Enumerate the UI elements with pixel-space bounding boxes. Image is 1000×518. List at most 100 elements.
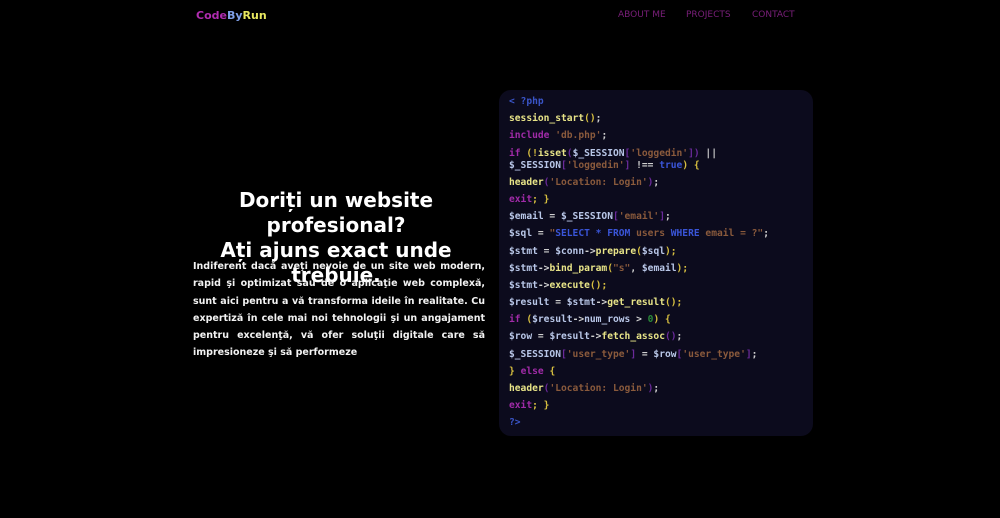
code-token: true	[659, 159, 683, 171]
code-line: $row = $result->fetch_assoc();	[509, 330, 803, 347]
code-token: else	[520, 365, 544, 377]
nav-contact[interactable]: CONTACT	[752, 10, 795, 20]
code-token: ?>	[509, 417, 521, 429]
code-token: =	[532, 228, 550, 240]
nav-about-me[interactable]: ABOUT ME	[618, 10, 666, 20]
code-token: ;	[653, 383, 660, 394]
code-token: header	[509, 383, 544, 394]
code-token: get_result	[607, 297, 665, 309]
code-token: ->	[572, 314, 585, 326]
hero-paragraph: Indiferent dacă aveţi nevoie de un site …	[193, 261, 485, 359]
code-token: exit	[509, 193, 533, 205]
code-token: 'user_type'	[682, 348, 746, 360]
code-token: ->	[584, 245, 596, 257]
code-line: } else {	[509, 365, 803, 382]
code-line: $stmt->bind_param("s", $email);	[509, 262, 803, 279]
code-token: ||	[699, 147, 717, 159]
code-token: ()	[584, 113, 596, 125]
code-token: ])	[688, 147, 700, 159]
code-token: if	[509, 147, 521, 159]
code-token: ;	[676, 331, 683, 343]
logo-by: By	[226, 9, 243, 22]
code-token: ();	[664, 297, 683, 309]
code-token: ->	[589, 331, 602, 343]
code-token: if	[509, 314, 521, 326]
code-token: >	[630, 314, 648, 326]
logo[interactable]: CodeByRun	[196, 9, 267, 22]
logo-run: Run	[242, 9, 267, 22]
code-token: $conn	[555, 245, 585, 257]
code-token: email = ?"	[699, 228, 764, 240]
code-line: $_SESSION['user_type'] = $row['user_type…	[509, 348, 803, 365]
hero-line-1: Doriți un website profesional?	[238, 188, 434, 237]
code-token: ;	[601, 130, 608, 142]
code-token: num_rows	[584, 314, 631, 326]
code-token: 'Location: Login'	[549, 176, 648, 188]
code-block: < ?php session_start(); include 'db.php'; i…	[499, 90, 813, 436]
code-token: 'Location: Login'	[549, 383, 648, 394]
code-line: $email = $_SESSION['email'];	[509, 210, 803, 227]
code-token: $stmt	[509, 262, 538, 274]
code-line: $sql = "SELECT * FROM users WHERE email …	[509, 227, 803, 244]
code-token: }	[509, 365, 521, 377]
code-token: $_SESSION	[509, 348, 561, 360]
code-token: ; }	[532, 400, 550, 412]
code-token: "s"	[613, 262, 631, 274]
code-token: WHERE	[670, 228, 700, 240]
code-token: ()	[664, 331, 677, 343]
code-token: !==	[630, 159, 660, 171]
code-token: $result	[549, 331, 590, 343]
code-token: $_SESSION	[509, 159, 561, 171]
code-token: $_SESSION	[560, 211, 613, 223]
code-token: 'email'	[618, 211, 660, 223]
code-token: exit	[509, 400, 533, 412]
code-token: {	[543, 365, 556, 377]
code-line: include 'db.php';	[509, 129, 803, 146]
logo-code: Code	[196, 9, 227, 22]
code-token: 'loggedin'	[630, 147, 689, 159]
code-token: =	[549, 297, 567, 309]
code-token: < ?php	[509, 96, 544, 107]
code-token: SELECT * FROM	[555, 228, 631, 240]
code-token: fetch_assoc	[601, 331, 665, 343]
code-token: $email	[509, 211, 544, 223]
code-token: $sql	[509, 228, 533, 240]
code-line: exit; }	[509, 399, 803, 416]
code-line: $stmt->execute();	[509, 279, 803, 296]
code-line: if ($result->num_rows > 0) {	[509, 313, 803, 330]
code-token: 'loggedin'	[566, 159, 625, 171]
code-token: );	[676, 262, 689, 274]
code-line: exit; }	[509, 193, 803, 210]
code-token: ->	[537, 262, 550, 274]
code-token: $row	[509, 331, 533, 343]
code-token: bind_param	[549, 262, 608, 274]
code-line: $stmt = $conn->prepare($sql);	[509, 245, 803, 262]
code-token: $stmt	[509, 245, 538, 257]
code-token: ,	[630, 262, 642, 274]
code-token: ; }	[532, 193, 550, 205]
code-token: =	[537, 245, 556, 257]
code-token: (	[520, 314, 533, 326]
code-line: header('Location: Login');	[509, 382, 803, 399]
code-token: $sql	[641, 245, 665, 257]
code-token: =	[532, 331, 550, 343]
code-token: $result	[509, 297, 550, 309]
code-token: ;	[653, 176, 660, 188]
code-token: $stmt	[566, 297, 596, 309]
code-token: isset	[537, 147, 567, 159]
nav-projects[interactable]: PROJECTS	[686, 10, 731, 20]
code-line: if (!isset($_SESSION['loggedin']) ||	[509, 147, 803, 159]
code-line: header('Location: Login');	[509, 176, 803, 193]
code-token: prepare	[595, 245, 637, 257]
code-line: $result = $stmt->get_result();	[509, 296, 803, 313]
code-token: include	[509, 130, 550, 142]
code-token: =	[636, 348, 654, 360]
code-token: ->	[595, 297, 608, 309]
code-token: ) {	[682, 159, 700, 171]
code-token: $_SESSION	[572, 147, 625, 159]
code-token: session_start	[509, 113, 585, 125]
code-token: ;	[751, 348, 758, 360]
code-token: $row	[653, 348, 677, 360]
code-token: $stmt	[509, 279, 538, 291]
code-token: $email	[641, 262, 677, 274]
